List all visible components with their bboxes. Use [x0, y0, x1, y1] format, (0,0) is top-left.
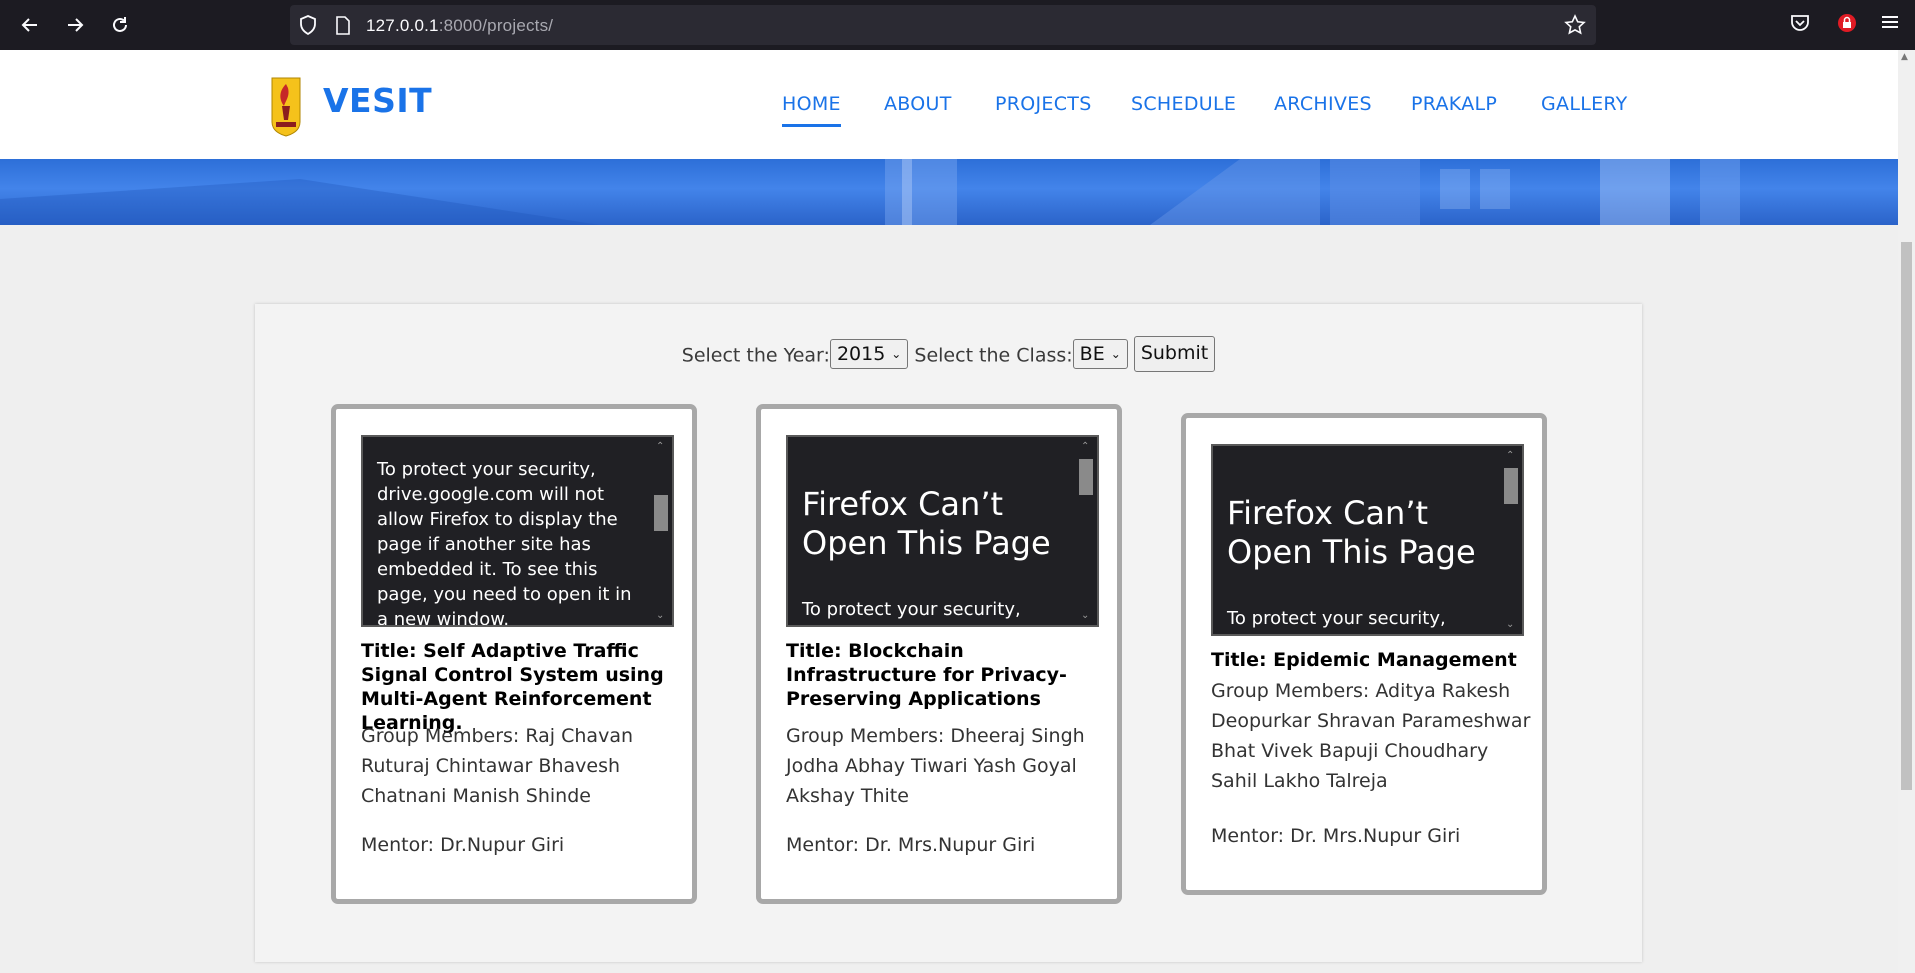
site-header: VESIT HOME ABOUT PROJECTS SCHEDULE ARCHI…: [0, 50, 1898, 159]
back-icon[interactable]: [17, 12, 43, 38]
page-icon: [335, 16, 351, 39]
pocket-icon[interactable]: [1789, 12, 1811, 38]
bookmark-star-icon[interactable]: [1564, 14, 1586, 40]
scroll-down-icon[interactable]: ⌄: [1506, 619, 1514, 630]
reload-icon[interactable]: [107, 12, 133, 38]
mentor: Mentor: Dr.Nupur Giri: [361, 834, 565, 856]
browser-toolbar: 127.0.0.1:8000/projects/: [0, 0, 1915, 50]
nav-gallery[interactable]: GALLERY: [1541, 93, 1628, 115]
submit-button[interactable]: Submit: [1133, 336, 1216, 372]
year-label: Select the Year:: [681, 344, 830, 367]
hero-banner: [0, 159, 1898, 225]
year-select[interactable]: 2015 ⌄: [829, 339, 909, 369]
embed-error-text: To protect your security,: [1227, 608, 1446, 629]
page-scrollbar[interactable]: ▲: [1898, 50, 1915, 973]
embed-scrollbar[interactable]: ⌃ ⌄: [1077, 439, 1095, 623]
group-members: Group Members: Dheeraj Singh Jodha Abhay…: [786, 725, 1085, 807]
embed-scrollbar[interactable]: ⌃ ⌄: [652, 439, 670, 623]
nav-home[interactable]: HOME: [782, 93, 841, 127]
project-card: To protect your security, drive.google.c…: [331, 404, 697, 904]
embed-scroll-thumb[interactable]: [1504, 468, 1518, 504]
chevron-down-icon: ⌄: [1110, 347, 1121, 361]
embed-scroll-thumb[interactable]: [1079, 459, 1093, 495]
url-text[interactable]: 127.0.0.1:8000/projects/: [366, 16, 553, 36]
mentor: Mentor: Dr. Mrs.Nupur Giri: [786, 834, 1036, 856]
menu-hamburger-icon[interactable]: [1880, 12, 1900, 36]
nav-prakalp[interactable]: PRAKALP: [1411, 93, 1497, 115]
embed-security-message: To protect your security, drive.google.c…: [377, 459, 632, 627]
group-members: Group Members: Aditya Rakesh Deopurkar S…: [1211, 680, 1531, 792]
forward-icon[interactable]: [62, 12, 88, 38]
chevron-down-icon: ⌄: [891, 347, 902, 361]
scroll-up-arrow-icon[interactable]: ▲: [1901, 52, 1908, 62]
extension-lock-icon[interactable]: [1836, 12, 1858, 38]
project-card: Firefox Can’t Open This Page To protect …: [1181, 413, 1547, 895]
shield-icon[interactable]: [299, 15, 317, 39]
embedded-drive-frame[interactable]: Firefox Can’t Open This Page To protect …: [786, 435, 1099, 627]
embedded-drive-frame[interactable]: Firefox Can’t Open This Page To protect …: [1211, 444, 1524, 636]
embed-error-heading: Firefox Can’t Open This Page: [1227, 494, 1476, 571]
class-label: Select the Class:: [914, 344, 1073, 367]
project-title: Title: Epidemic Management: [1211, 649, 1517, 671]
scroll-down-icon[interactable]: ⌄: [1081, 610, 1089, 621]
scrollbar-thumb[interactable]: [1901, 242, 1912, 790]
nav-about[interactable]: ABOUT: [884, 93, 952, 115]
nav-schedule[interactable]: SCHEDULE: [1131, 93, 1236, 115]
project-card: Firefox Can’t Open This Page To protect …: [756, 404, 1122, 904]
embed-error-heading: Firefox Can’t Open This Page: [802, 485, 1051, 562]
group-members: Group Members: Raj Chavan Ruturaj Chinta…: [361, 725, 634, 807]
scroll-up-icon[interactable]: ⌃: [1506, 450, 1514, 461]
embed-scroll-thumb[interactable]: [654, 495, 668, 531]
nav-projects[interactable]: PROJECTS: [995, 93, 1092, 115]
class-select[interactable]: BE ⌄: [1072, 339, 1128, 369]
embed-scrollbar[interactable]: ⌃ ⌄: [1502, 448, 1520, 632]
address-bar[interactable]: 127.0.0.1:8000/projects/: [290, 5, 1596, 45]
projects-panel: Select the Year: 2015 ⌄ Select the Class: B…: [255, 304, 1642, 962]
project-title: Title: Blockchain Infrastructure for Pri…: [786, 640, 1067, 710]
embed-error-text: To protect your security,: [802, 599, 1021, 620]
scroll-up-icon[interactable]: ⌃: [1081, 441, 1089, 452]
filter-form: Select the Year: 2015 ⌄ Select the Class: B…: [255, 336, 1642, 372]
embedded-drive-frame[interactable]: To protect your security, drive.google.c…: [361, 435, 674, 627]
nav-archives[interactable]: ARCHIVES: [1274, 93, 1372, 115]
scroll-up-icon[interactable]: ⌃: [656, 441, 664, 452]
main-nav: HOME ABOUT PROJECTS SCHEDULE ARCHIVES PR…: [0, 93, 1898, 127]
scroll-down-icon[interactable]: ⌄: [656, 610, 664, 621]
mentor: Mentor: Dr. Mrs.Nupur Giri: [1211, 825, 1461, 847]
